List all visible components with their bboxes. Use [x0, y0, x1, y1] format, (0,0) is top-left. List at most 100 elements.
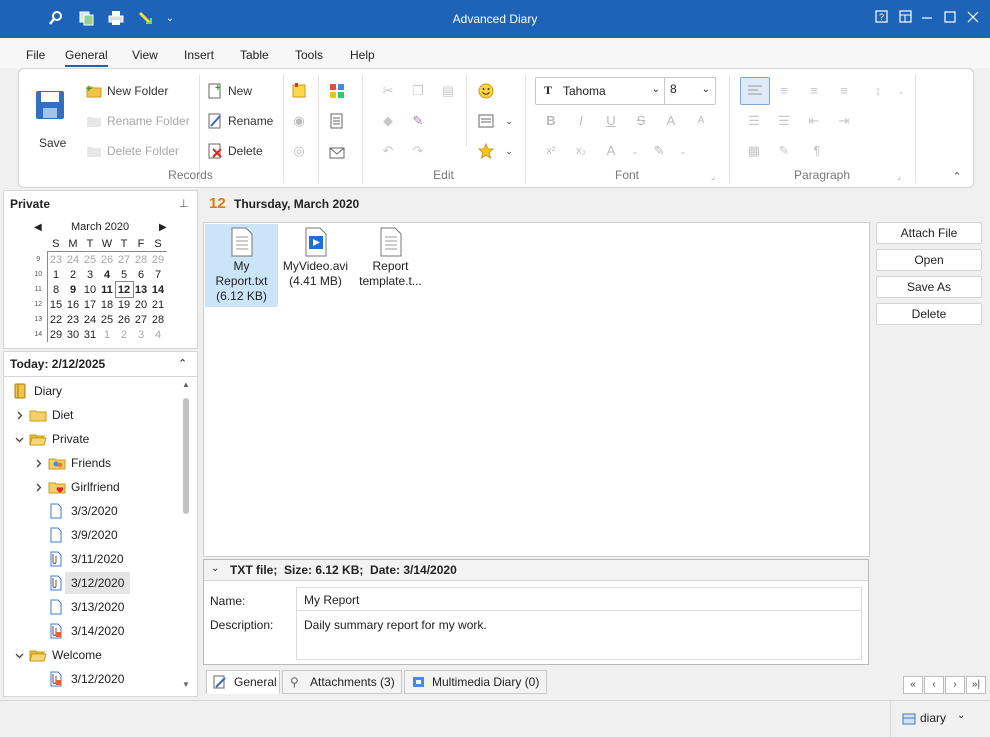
calendar-day[interactable]: 18 [99, 297, 116, 312]
categories-icon[interactable] [329, 83, 345, 99]
scroll-thumb[interactable] [183, 398, 189, 514]
calendar-day[interactable]: 11 [99, 282, 116, 297]
menu-insert[interactable]: Insert [184, 48, 214, 62]
calendar-month[interactable]: March 2020 [71, 221, 129, 233]
calendar-day[interactable]: 5 [116, 267, 133, 282]
chevron-right-icon[interactable] [15, 405, 24, 427]
sync-icon[interactable] [137, 10, 155, 28]
note-icon[interactable] [291, 83, 307, 99]
save-as-button[interactable]: Save As [876, 276, 982, 298]
menu-general[interactable]: General [65, 48, 108, 67]
calendar-day[interactable]: 10 [82, 282, 99, 297]
copy-icon[interactable] [77, 10, 95, 28]
tree-item[interactable]: Diet [4, 404, 179, 426]
chevron-down-icon[interactable] [15, 645, 24, 667]
maximize-button[interactable] [941, 10, 959, 28]
today-label[interactable]: Today: 2/12/2025 [10, 357, 105, 371]
delete-attachment-button[interactable]: Delete [876, 303, 982, 325]
database-name[interactable]: diary [920, 711, 946, 725]
calendar-day[interactable]: 22 [47, 312, 65, 327]
collapse-icon[interactable]: ⌃ [178, 357, 187, 370]
calendar-day[interactable]: 6 [133, 267, 150, 282]
mail-icon[interactable] [329, 143, 345, 159]
menu-tools[interactable]: Tools [295, 48, 323, 62]
calendar-day[interactable]: 29 [47, 327, 65, 342]
calendar-day[interactable]: 25 [82, 252, 99, 268]
calendar-day[interactable]: 2 [116, 327, 133, 342]
menu-view[interactable]: View [132, 48, 158, 62]
calendar-day[interactable]: 12 [114, 281, 134, 298]
tree-item[interactable]: 3/14/2020 [4, 620, 179, 642]
collapse-ribbon-icon[interactable]: ⌃ [949, 169, 965, 185]
calendar-day[interactable]: 26 [99, 252, 116, 268]
chevron-down-icon[interactable] [15, 429, 24, 451]
align-left-button[interactable] [740, 77, 770, 105]
font-name-select[interactable]: T Tahoma ⌄ [535, 77, 666, 105]
font-size-select[interactable]: 8 ⌄ [664, 77, 716, 105]
star-icon[interactable] [477, 142, 495, 160]
list-icon[interactable] [329, 113, 345, 129]
new-folder-icon[interactable]: + [86, 83, 102, 99]
tree-item[interactable]: Girlfriend [4, 476, 179, 498]
calendar-day[interactable]: 16 [65, 297, 82, 312]
tree-item[interactable]: Private [4, 428, 179, 450]
tab-attachments[interactable]: ⚲ Attachments (3) [282, 670, 402, 694]
dropdown-icon[interactable]: ⌄ [161, 10, 179, 28]
delete-icon[interactable] [207, 143, 223, 159]
new-folder-button[interactable]: New Folder [107, 84, 168, 98]
tree-item[interactable]: Welcome [4, 644, 179, 666]
insert-date-icon[interactable] [478, 113, 494, 129]
calendar-day[interactable]: 2 [65, 267, 82, 282]
tree-item[interactable]: 3/12/2020 [4, 668, 179, 690]
calendar-day[interactable]: 28 [150, 312, 167, 327]
calendar-day[interactable]: 7 [150, 267, 167, 282]
prev-month-icon[interactable]: ◀ [34, 222, 42, 233]
calendar-day[interactable]: 20 [133, 297, 150, 312]
menu-help[interactable]: Help [350, 48, 375, 62]
tree-item[interactable]: Diary [4, 380, 179, 402]
smiley-icon[interactable] [478, 83, 494, 99]
new-button[interactable]: New [228, 84, 252, 98]
file-item[interactable]: My Report.txt (6.12 KB) [205, 224, 278, 307]
calendar-day[interactable]: 23 [65, 312, 82, 327]
pin-icon[interactable]: ⊥ [179, 197, 189, 210]
close-button[interactable] [964, 10, 982, 28]
format-painter-icon[interactable]: ✎ [410, 113, 426, 129]
calendar-day[interactable]: 23 [47, 252, 65, 268]
calendar-day[interactable]: 17 [82, 297, 99, 312]
calendar-day[interactable]: 21 [150, 297, 167, 312]
save-button[interactable]: Save [39, 136, 66, 150]
scroll-down-icon[interactable]: ▼ [182, 680, 190, 689]
calendar-day[interactable]: 24 [82, 312, 99, 327]
save-icon[interactable] [35, 89, 65, 121]
calendar-day[interactable]: 29 [150, 252, 167, 268]
calendar-day[interactable]: 28 [133, 252, 150, 268]
paragraph-dialog-icon[interactable]: ⌟ [891, 169, 907, 185]
chevron-down-icon[interactable]: ⌄ [957, 710, 965, 721]
minimize-button[interactable] [918, 10, 936, 28]
tree-scrollbar[interactable]: ▲ ▼ [180, 380, 192, 694]
calendar-day[interactable]: 14 [150, 282, 167, 297]
tree-item[interactable]: Friends [4, 452, 179, 474]
calendar-day[interactable]: 27 [133, 312, 150, 327]
next-record-button[interactable]: › [945, 676, 965, 694]
rename-button[interactable]: Rename [228, 114, 273, 128]
calendar-day[interactable]: 30 [65, 327, 82, 342]
name-field[interactable]: My Report [296, 587, 862, 611]
description-field[interactable]: Daily summary report for my work. [296, 610, 862, 660]
tab-general[interactable]: General [206, 670, 280, 694]
calendar-day[interactable]: 27 [116, 252, 133, 268]
calendar-day[interactable]: 13 [133, 282, 150, 297]
prev-record-button[interactable]: ‹ [924, 676, 944, 694]
chevron-down-icon[interactable]: ⌄ [501, 113, 517, 129]
calendar-day[interactable]: 3 [82, 267, 99, 282]
menu-file[interactable]: File [26, 48, 45, 62]
tree-item[interactable]: 3/9/2020 [4, 524, 179, 546]
calendar-day[interactable]: 24 [65, 252, 82, 268]
calendar-day[interactable]: 19 [116, 297, 133, 312]
help-icon[interactable]: ? [873, 10, 891, 28]
calendar-day[interactable]: 15 [47, 297, 65, 312]
chevron-down-icon[interactable]: ⌄ [501, 143, 517, 159]
calendar-day[interactable]: 4 [150, 327, 167, 342]
tab-multimedia[interactable]: Multimedia Diary (0) [404, 670, 547, 694]
